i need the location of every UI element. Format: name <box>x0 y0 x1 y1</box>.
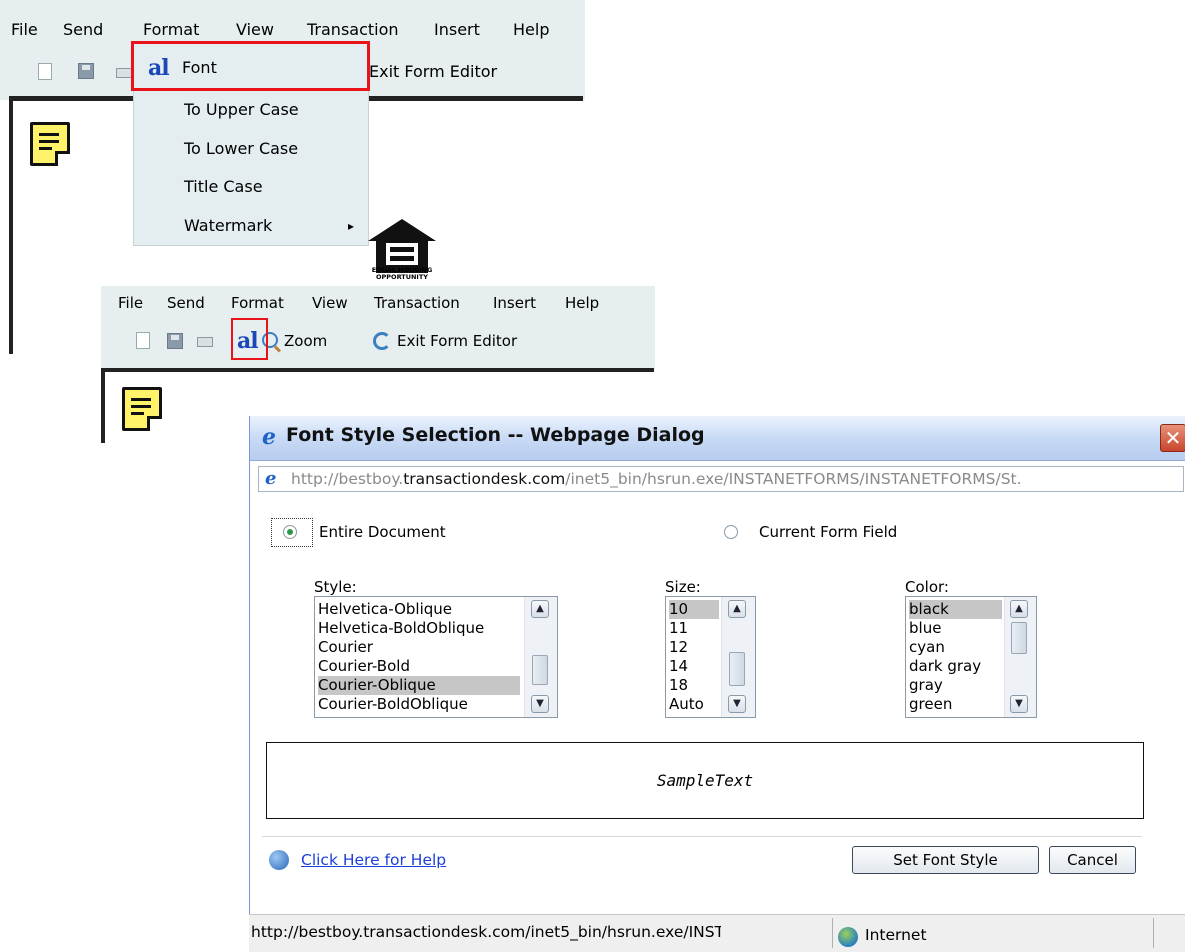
internet-globe-icon <box>838 927 858 947</box>
style-label: Style: <box>314 578 357 596</box>
status-divider <box>832 918 833 948</box>
close-button[interactable]: ✕ <box>1160 424 1185 452</box>
set-font-style-button[interactable]: Set Font Style <box>852 846 1039 874</box>
address-bar: e http://bestboy.transactiondesk.com/ine… <box>258 466 1184 492</box>
save-icon[interactable] <box>78 63 94 79</box>
scroll-down-icon[interactable]: ▼ <box>728 695 746 713</box>
list-item[interactable]: 18 <box>669 676 688 695</box>
zoom-label[interactable]: Zoom <box>284 332 327 350</box>
dialog-title: Font Style Selection -- Webpage Dialog <box>286 424 705 446</box>
scroll-up-icon[interactable]: ▲ <box>1010 600 1028 618</box>
list-item-selected[interactable]: black <box>909 600 1002 619</box>
dialog-titlebar[interactable]: e Font Style Selection -- Webpage Dialog… <box>250 416 1185 461</box>
scroll-down-icon[interactable]: ▼ <box>531 695 549 713</box>
help-link[interactable]: Click Here for Help <box>301 851 446 869</box>
menu-file[interactable]: File <box>118 294 143 312</box>
sticky-note-icon[interactable] <box>30 122 70 166</box>
exit-icon[interactable] <box>373 332 391 350</box>
style-scrollbar[interactable]: ▲ ▼ <box>524 597 557 717</box>
list-item[interactable]: Courier-Bold <box>318 657 410 676</box>
ie-icon: e <box>262 424 276 450</box>
font-menu-highlight <box>131 41 370 91</box>
menu-view[interactable]: View <box>236 20 274 39</box>
color-label: Color: <box>905 578 949 596</box>
sample-text: SampleText <box>656 771 754 790</box>
menu-send[interactable]: Send <box>167 294 205 312</box>
form-frame-left-2 <box>101 368 105 443</box>
new-document-icon[interactable] <box>38 63 52 80</box>
menu-file[interactable]: File <box>11 20 38 39</box>
sticky-note-icon[interactable] <box>122 387 162 431</box>
app-window-middle: File Send Format View Transaction Insert… <box>101 286 655 370</box>
current-form-field-radio[interactable] <box>724 525 738 539</box>
menu-item-upper-case[interactable]: To Upper Case <box>134 91 368 129</box>
size-scrollbar[interactable]: ▲ ▼ <box>721 597 755 717</box>
menu-help[interactable]: Help <box>513 20 549 39</box>
menu-send[interactable]: Send <box>63 20 103 39</box>
list-item[interactable]: dark gray <box>909 657 981 676</box>
list-item[interactable]: Auto <box>669 695 704 714</box>
size-listbox[interactable]: 10 11 12 14 18 Auto ▲ ▼ <box>665 596 756 718</box>
menu-item-title-case[interactable]: Title Case <box>134 168 368 206</box>
exit-form-editor-label[interactable]: Exit Form Editor <box>369 62 497 81</box>
style-listbox[interactable]: Helvetica-Oblique Helvetica-BoldOblique … <box>314 596 558 718</box>
menu-format[interactable]: Format <box>143 20 199 39</box>
list-item[interactable]: gray <box>909 676 943 695</box>
list-item-selected[interactable]: 10 <box>669 600 719 619</box>
scroll-thumb[interactable] <box>729 652 745 686</box>
status-divider <box>1153 918 1154 948</box>
submenu-arrow-icon: ▸ <box>348 219 355 233</box>
entire-document-radio[interactable] <box>283 525 297 539</box>
list-item-selected[interactable]: Courier-Oblique <box>318 676 520 695</box>
menu-transaction[interactable]: Transaction <box>307 20 399 39</box>
cancel-button[interactable]: Cancel <box>1049 846 1136 874</box>
entire-document-label[interactable]: Entire Document <box>319 523 446 541</box>
divider <box>262 836 1142 837</box>
scroll-thumb[interactable] <box>1011 622 1027 654</box>
list-item[interactable]: cyan <box>909 638 945 657</box>
sample-text-preview: SampleText <box>266 742 1144 819</box>
list-item[interactable]: Helvetica-Oblique <box>318 600 452 619</box>
exit-form-editor-label[interactable]: Exit Form Editor <box>397 332 517 350</box>
menu-item-watermark[interactable]: Watermark ▸ <box>134 207 368 245</box>
menu-transaction[interactable]: Transaction <box>374 294 460 312</box>
list-item[interactable]: Courier <box>318 638 373 657</box>
scroll-up-icon[interactable]: ▲ <box>531 600 549 618</box>
list-item[interactable]: blue <box>909 619 941 638</box>
help-icon[interactable] <box>269 850 289 870</box>
status-url: http://bestboy.transactiondesk.com/inet5… <box>251 923 721 941</box>
address-url: http://bestboy.transactiondesk.com/inet5… <box>291 470 1022 488</box>
form-frame-left <box>9 96 13 354</box>
scroll-down-icon[interactable]: ▼ <box>1010 695 1028 713</box>
equal-housing-text: EQUAL HOUSING OPPORTUNITY <box>371 266 433 281</box>
print-icon[interactable] <box>116 68 132 78</box>
list-item[interactable]: Courier-BoldOblique <box>318 695 468 714</box>
menu-item-lower-case[interactable]: To Lower Case <box>134 130 368 168</box>
list-item[interactable]: 12 <box>669 638 688 657</box>
menu-help[interactable]: Help <box>565 294 599 312</box>
font-button-highlight <box>231 318 268 360</box>
menu-insert[interactable]: Insert <box>493 294 536 312</box>
menu-format[interactable]: Format <box>231 294 284 312</box>
color-scrollbar[interactable]: ▲ ▼ <box>1004 597 1036 717</box>
scroll-up-icon[interactable]: ▲ <box>728 600 746 618</box>
list-item[interactable]: Helvetica-BoldOblique <box>318 619 484 638</box>
scroll-thumb[interactable] <box>532 655 548 685</box>
zone-label: Internet <box>865 926 927 944</box>
ie-page-icon: e <box>265 468 277 489</box>
menu-insert[interactable]: Insert <box>434 20 480 39</box>
menu-view[interactable]: View <box>312 294 348 312</box>
new-document-icon[interactable] <box>136 332 150 349</box>
list-item[interactable]: green <box>909 695 952 714</box>
form-frame-top-2 <box>104 368 654 372</box>
size-label: Size: <box>665 578 701 596</box>
print-icon[interactable] <box>197 337 213 347</box>
list-item[interactable]: 11 <box>669 619 688 638</box>
list-item[interactable]: 14 <box>669 657 688 676</box>
current-form-field-label[interactable]: Current Form Field <box>759 523 897 541</box>
save-icon[interactable] <box>167 333 183 349</box>
status-bar: http://bestboy.transactiondesk.com/inet5… <box>249 914 1185 952</box>
color-listbox[interactable]: black blue cyan dark gray gray green ▲ ▼ <box>905 596 1037 718</box>
